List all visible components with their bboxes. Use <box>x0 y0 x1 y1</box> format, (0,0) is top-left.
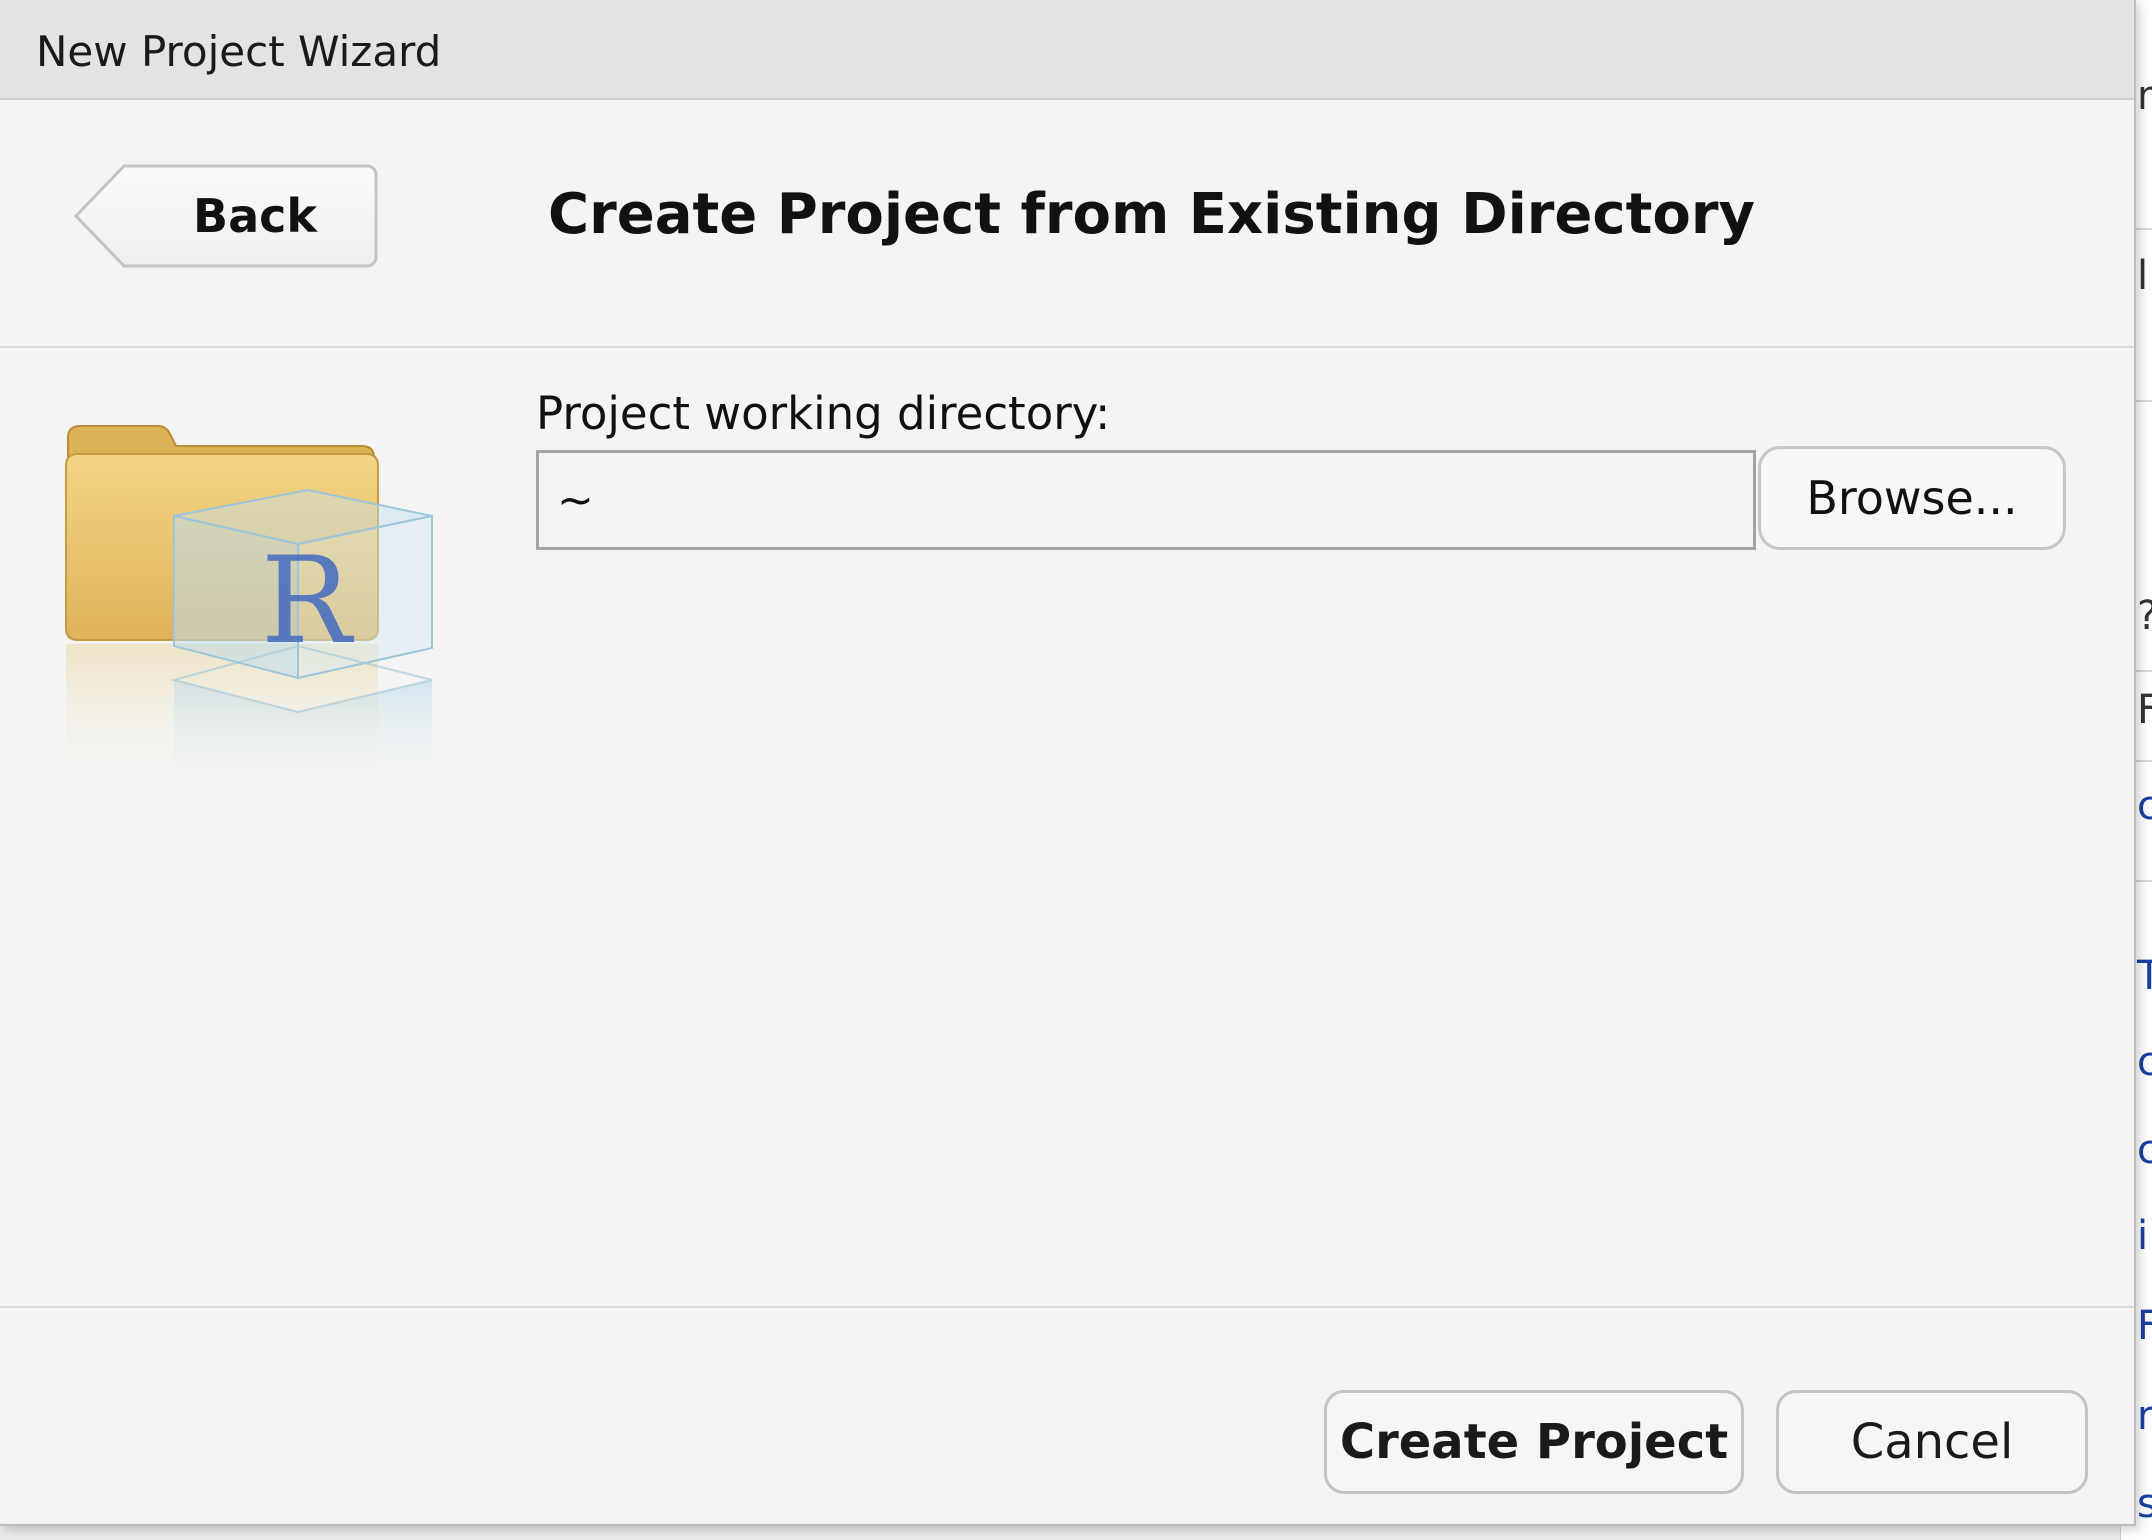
new-project-wizard-dialog: New Project Wizard Back Create Project f… <box>0 0 2136 1526</box>
background-text-fragment: c <box>2137 1042 2152 1082</box>
background-text-fragment: F <box>2137 1306 2152 1346</box>
dialog-titlebar[interactable]: New Project Wizard <box>0 0 2134 100</box>
background-text-fragment: c <box>2137 1130 2152 1170</box>
background-text-fragment: F <box>2137 690 2152 730</box>
back-button-label: Back <box>193 189 317 243</box>
screen: m l ? F c T c c i F r s New Project Wiza… <box>0 0 2152 1540</box>
footer-divider <box>0 1306 2134 1308</box>
background-text-fragment: l <box>2137 253 2149 299</box>
page-heading: Create Project from Existing Directory <box>548 182 1755 247</box>
background-text-fragment: c <box>2137 786 2152 826</box>
directory-input[interactable] <box>536 450 1756 550</box>
background-text-fragment: i <box>2137 1213 2149 1259</box>
background-text-fragment: s <box>2137 1484 2152 1524</box>
background-text-fragment: T <box>2137 956 2152 996</box>
header-divider <box>0 346 2134 348</box>
folder-icon-graphic: R <box>65 425 433 796</box>
r-project-folder-icon: R <box>62 396 444 806</box>
create-project-button[interactable]: Create Project <box>1324 1390 1744 1494</box>
dialog-title: New Project Wizard <box>36 27 442 76</box>
cancel-button[interactable]: Cancel <box>1776 1390 2088 1494</box>
background-text-fragment: m <box>2137 76 2152 116</box>
directory-label: Project working directory: <box>536 387 1111 440</box>
background-text-fragment: r <box>2137 1393 2152 1439</box>
background-text-fragment: ? <box>2137 596 2152 636</box>
back-button[interactable]: Back <box>74 164 378 268</box>
browse-button[interactable]: Browse... <box>1758 446 2066 550</box>
r-letter: R <box>261 532 355 671</box>
